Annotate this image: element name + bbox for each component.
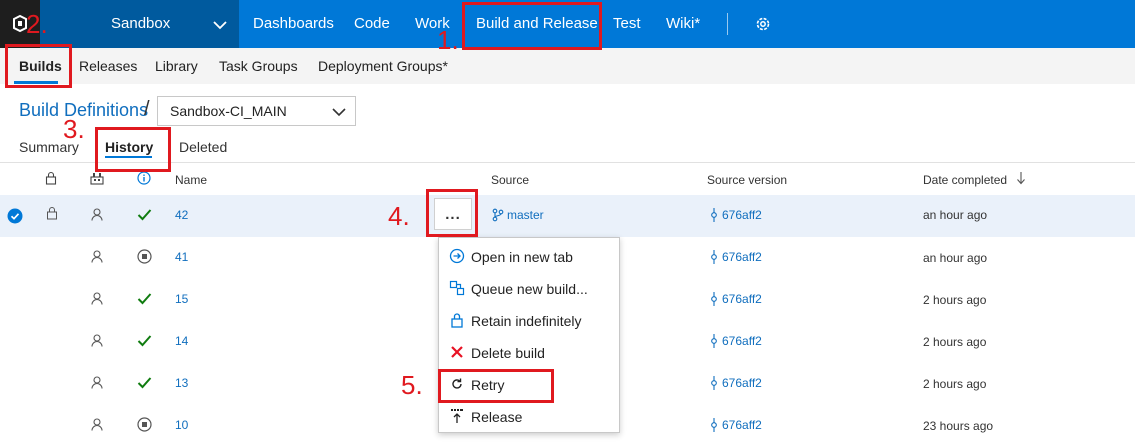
table-row[interactable]: 42 master 676aff2 an hour ago bbox=[0, 195, 1135, 237]
build-number-link[interactable]: 10 bbox=[175, 418, 188, 432]
nav-dashboards[interactable]: Dashboards bbox=[253, 15, 334, 32]
menu-item-label: Open in new tab bbox=[471, 249, 573, 265]
retain-lock-icon[interactable] bbox=[46, 206, 58, 223]
success-check-icon bbox=[137, 208, 152, 224]
queue-build-icon bbox=[449, 280, 465, 296]
success-check-icon bbox=[137, 292, 152, 308]
context-menu: Open in new tab Queue new build... Retai… bbox=[438, 237, 620, 433]
open-new-tab-icon bbox=[449, 248, 465, 264]
stopped-status-icon bbox=[137, 249, 152, 267]
person-icon bbox=[91, 208, 103, 224]
release-icon bbox=[449, 408, 465, 424]
source-version-link[interactable]: 676aff2 bbox=[722, 418, 762, 432]
column-header-source[interactable]: Source bbox=[491, 173, 529, 187]
success-check-icon bbox=[137, 334, 152, 350]
build-number-link[interactable]: 41 bbox=[175, 250, 188, 264]
annotation-number-1: 1. bbox=[437, 25, 459, 55]
nav-divider bbox=[727, 13, 728, 35]
source-version-link[interactable]: 676aff2 bbox=[722, 208, 762, 222]
row-selected-check-icon[interactable] bbox=[7, 208, 23, 227]
build-number-link[interactable]: 13 bbox=[175, 376, 188, 390]
commit-icon bbox=[710, 292, 718, 309]
chevron-down-icon bbox=[332, 105, 346, 120]
nav-wiki[interactable]: Wiki* bbox=[666, 15, 700, 32]
menu-item-open-in-new-tab[interactable]: Open in new tab bbox=[439, 240, 619, 272]
retain-column-lock-icon[interactable] bbox=[45, 171, 57, 188]
annotation-number-2: 2. bbox=[26, 9, 48, 39]
menu-item-release[interactable]: Release bbox=[439, 400, 619, 432]
source-version-link[interactable]: 676aff2 bbox=[722, 334, 762, 348]
subnav-library[interactable]: Library bbox=[155, 58, 198, 74]
subnav-deployment-groups[interactable]: Deployment Groups* bbox=[318, 58, 448, 74]
menu-item-label: Retain indefinitely bbox=[471, 313, 582, 329]
commit-icon bbox=[710, 418, 718, 435]
menu-item-label: Release bbox=[471, 409, 523, 425]
menu-item-delete-build[interactable]: Delete build bbox=[439, 336, 619, 368]
project-selector[interactable]: Sandbox bbox=[40, 0, 239, 48]
delete-x-icon bbox=[449, 344, 465, 360]
commit-icon bbox=[710, 376, 718, 393]
annotation-number-3: 3. bbox=[63, 114, 85, 144]
definition-dropdown[interactable]: Sandbox-CI_MAIN bbox=[157, 96, 356, 126]
build-number-link[interactable]: 42 bbox=[175, 208, 188, 222]
person-icon bbox=[91, 334, 103, 350]
gear-icon[interactable] bbox=[754, 15, 772, 36]
date-completed: an hour ago bbox=[923, 208, 988, 222]
breadcrumb-separator: / bbox=[144, 98, 150, 120]
tab-deleted[interactable]: Deleted bbox=[179, 139, 227, 155]
annotation-number-5: 5. bbox=[401, 370, 423, 400]
person-icon bbox=[91, 376, 103, 392]
success-check-icon bbox=[137, 376, 152, 392]
date-completed: 2 hours ago bbox=[923, 377, 987, 391]
build-number-link[interactable]: 14 bbox=[175, 334, 188, 348]
annotation-number-4: 4. bbox=[388, 201, 410, 231]
lock-icon bbox=[449, 312, 465, 328]
person-icon bbox=[91, 250, 103, 266]
subnav-task-groups[interactable]: Task Groups bbox=[219, 58, 298, 74]
menu-item-retain-indefinitely[interactable]: Retain indefinitely bbox=[439, 304, 619, 336]
nav-code[interactable]: Code bbox=[354, 15, 390, 32]
source-branch-link[interactable]: master bbox=[507, 208, 544, 222]
date-completed: an hour ago bbox=[923, 251, 988, 265]
date-completed: 2 hours ago bbox=[923, 293, 987, 307]
nav-test[interactable]: Test bbox=[613, 15, 641, 32]
status-column-info-icon[interactable] bbox=[137, 171, 151, 188]
annotation-box-builds bbox=[5, 44, 72, 88]
branch-icon bbox=[492, 208, 504, 225]
chevron-down-icon bbox=[213, 17, 227, 34]
source-version-link[interactable]: 676aff2 bbox=[722, 250, 762, 264]
definition-dropdown-value: Sandbox-CI_MAIN bbox=[170, 103, 287, 119]
person-icon bbox=[91, 418, 103, 434]
project-name: Sandbox bbox=[111, 15, 171, 32]
date-completed: 23 hours ago bbox=[923, 419, 994, 433]
subnav-releases[interactable]: Releases bbox=[79, 58, 137, 74]
annotation-box-build-and-release bbox=[462, 2, 602, 50]
menu-item-queue-new-build[interactable]: Queue new build... bbox=[439, 272, 619, 304]
stopped-status-icon bbox=[137, 417, 152, 435]
annotation-box-retry bbox=[438, 369, 554, 403]
source-version-link[interactable]: 676aff2 bbox=[722, 376, 762, 390]
commit-icon bbox=[710, 208, 718, 225]
sort-down-arrow-icon[interactable] bbox=[1016, 171, 1026, 188]
person-icon bbox=[91, 292, 103, 308]
commit-icon bbox=[710, 250, 718, 267]
annotation-box-more-actions bbox=[426, 189, 478, 237]
column-header-source-version[interactable]: Source version bbox=[707, 173, 787, 187]
reason-column-icon[interactable] bbox=[90, 171, 104, 188]
column-header-name[interactable]: Name bbox=[175, 173, 207, 187]
sub-nav-bar: Builds Releases Library Task Groups Depl… bbox=[0, 48, 1135, 84]
source-version-link[interactable]: 676aff2 bbox=[722, 292, 762, 306]
date-completed: 2 hours ago bbox=[923, 335, 987, 349]
build-number-link[interactable]: 15 bbox=[175, 292, 188, 306]
menu-item-label: Queue new build... bbox=[471, 281, 588, 297]
menu-item-label: Delete build bbox=[471, 345, 545, 361]
column-header-date-completed[interactable]: Date completed bbox=[923, 173, 1007, 187]
commit-icon bbox=[710, 334, 718, 351]
annotation-box-history bbox=[95, 127, 171, 172]
